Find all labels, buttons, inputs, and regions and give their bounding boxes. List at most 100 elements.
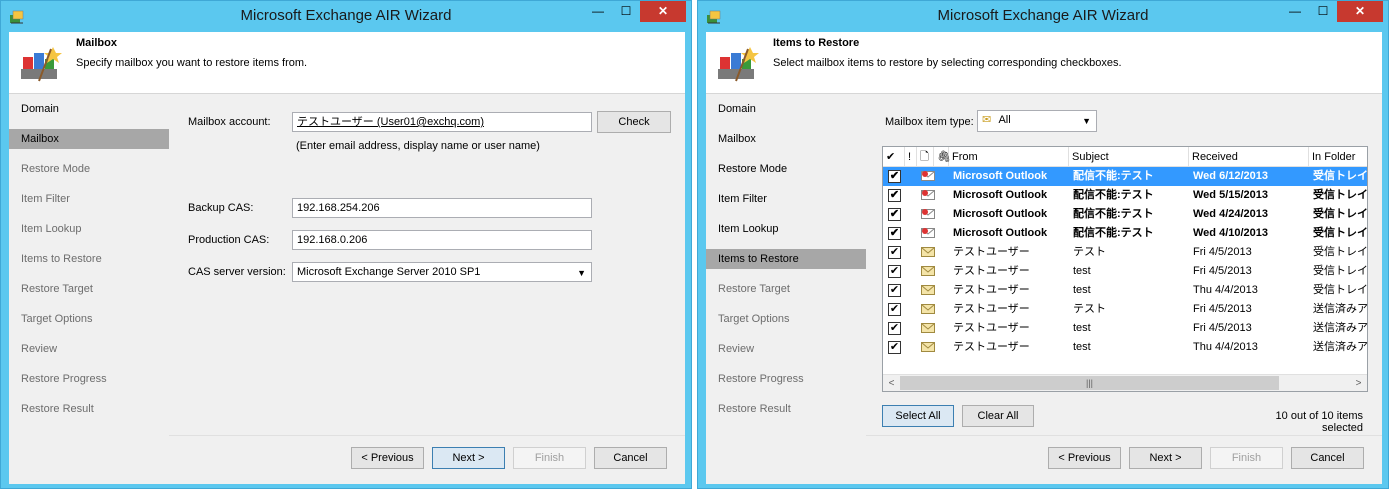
received-cell: Wed 6/12/2013 xyxy=(1193,170,1269,182)
table-row[interactable]: ✔ テストユーザー test Thu 4/4/2013 受信トレイ xyxy=(883,281,1368,300)
nav-item-items-to-restore[interactable]: Items to Restore xyxy=(9,249,169,269)
table-row[interactable]: ✔ テストユーザー test Fri 4/5/2013 受信トレイ xyxy=(883,262,1368,281)
undeliverable-mail-icon xyxy=(921,209,935,219)
folder-column-header[interactable]: In Folder xyxy=(1309,147,1369,167)
footer-divider xyxy=(169,435,685,436)
finish-button[interactable]: Finish xyxy=(513,447,586,469)
attachment-icon[interactable]: 🖇 xyxy=(934,147,951,167)
document-icon[interactable]: 🗋 xyxy=(917,147,934,167)
row-checkbox[interactable]: ✔ xyxy=(888,322,901,335)
table-row[interactable]: ✔ テストユーザー テスト Fri 4/5/2013 受信トレイ xyxy=(883,243,1368,262)
row-checkbox[interactable]: ✔ xyxy=(888,170,901,183)
table-row[interactable]: ✔ Microsoft Outlook 配信不能:テスト Wed 4/10/2013 受… xyxy=(883,224,1368,243)
check-column-header[interactable]: ✔ xyxy=(883,147,905,167)
table-row[interactable]: ✔ Microsoft Outlook 配信不能:テスト Wed 6/12/2013 受… xyxy=(883,167,1368,186)
subject-column-header[interactable]: Subject xyxy=(1069,147,1189,167)
nav-item-restore-result[interactable]: Restore Result xyxy=(9,399,169,419)
nav-item-restore-progress[interactable]: Restore Progress xyxy=(9,369,169,389)
row-checkbox[interactable]: ✔ xyxy=(888,284,901,297)
cancel-button[interactable]: Cancel xyxy=(1291,447,1364,469)
row-checkbox[interactable]: ✔ xyxy=(888,341,901,354)
row-checkbox[interactable]: ✔ xyxy=(888,265,901,278)
wizard-window-items: Microsoft Exchange AIR Wizard — ☐ ✕ Item… xyxy=(697,0,1389,489)
close-button[interactable]: ✕ xyxy=(1337,1,1383,22)
row-checkbox[interactable]: ✔ xyxy=(888,189,901,202)
from-cell: テストユーザー xyxy=(953,303,1030,315)
nav-item-target-options[interactable]: Target Options xyxy=(706,309,866,329)
mailbox-account-value: テストユーザー (User01@exchq.com) xyxy=(297,116,484,128)
from-column-header[interactable]: From xyxy=(949,147,1069,167)
horizontal-scrollbar[interactable]: < ||| > xyxy=(883,374,1367,391)
table-row[interactable]: ✔ Microsoft Outlook 配信不能:テスト Wed 5/15/2013 受… xyxy=(883,186,1368,205)
nav-item-domain[interactable]: Domain xyxy=(706,99,866,119)
table-row[interactable]: ✔ テストユーザー test Fri 4/5/2013 送信済みア xyxy=(883,319,1368,338)
table-row[interactable]: ✔ Microsoft Outlook 配信不能:テスト Wed 4/24/2013 受… xyxy=(883,205,1368,224)
nav-item-item-lookup[interactable]: Item Lookup xyxy=(706,219,866,239)
mailbox-hint: (Enter email address, display name or us… xyxy=(296,140,540,152)
nav-item-restore-result[interactable]: Restore Result xyxy=(706,399,866,419)
nav-item-restore-mode[interactable]: Restore Mode xyxy=(706,159,866,179)
received-cell: Fri 4/5/2013 xyxy=(1193,265,1252,277)
importance-column-header[interactable]: ! xyxy=(905,147,917,167)
wizard-header: Items to Restore Select mailbox items to… xyxy=(706,32,1382,94)
cas-version-select[interactable]: Microsoft Exchange Server 2010 SP1 ▼ xyxy=(292,262,592,282)
production-cas-input[interactable]: 192.168.0.206 xyxy=(292,230,592,250)
nav-item-restore-progress[interactable]: Restore Progress xyxy=(706,369,866,389)
nav-item-review[interactable]: Review xyxy=(706,339,866,359)
received-cell: Fri 4/5/2013 xyxy=(1193,246,1252,258)
clear-all-button[interactable]: Clear All xyxy=(962,405,1034,427)
next-button[interactable]: Next > xyxy=(432,447,505,469)
nav-item-item-filter[interactable]: Item Filter xyxy=(9,189,169,209)
received-column-header[interactable]: Received xyxy=(1189,147,1309,167)
backup-cas-input[interactable]: 192.168.254.206 xyxy=(292,198,592,218)
title-bar[interactable]: Microsoft Exchange AIR Wizard — ☐ ✕ xyxy=(1,1,691,32)
scroll-left-icon[interactable]: < xyxy=(883,375,900,392)
folder-cell: 送信済みア xyxy=(1313,303,1368,315)
row-checkbox[interactable]: ✔ xyxy=(888,208,901,221)
cas-version-label: CAS server version: xyxy=(188,266,286,278)
wizard-header: Mailbox Specify mailbox you want to rest… xyxy=(9,32,685,94)
select-all-button[interactable]: Select All xyxy=(882,405,954,427)
row-checkbox[interactable]: ✔ xyxy=(888,246,901,259)
nav-item-restore-mode[interactable]: Restore Mode xyxy=(9,159,169,179)
received-cell: Thu 4/4/2013 xyxy=(1193,284,1258,296)
close-button[interactable]: ✕ xyxy=(640,1,686,22)
subject-cell: test xyxy=(1073,265,1091,277)
mail-icon xyxy=(921,266,935,276)
nav-item-mailbox[interactable]: Mailbox xyxy=(706,129,866,149)
previous-button[interactable]: < Previous xyxy=(1048,447,1121,469)
minimize-button[interactable]: — xyxy=(1281,1,1309,22)
scroll-right-icon[interactable]: > xyxy=(1350,375,1367,392)
nav-item-item-filter[interactable]: Item Filter xyxy=(706,189,866,209)
from-cell: Microsoft Outlook xyxy=(953,208,1048,220)
row-checkbox[interactable]: ✔ xyxy=(888,227,901,240)
mail-icon xyxy=(921,285,935,295)
item-type-select[interactable]: ✉ All ▼ xyxy=(977,110,1097,132)
maximize-button[interactable]: ☐ xyxy=(612,1,640,22)
items-grid[interactable]: ✔ ! 🗋 🖇 From Subject Received In Folder … xyxy=(882,146,1368,392)
nav-item-items-to-restore[interactable]: Items to Restore xyxy=(706,249,866,269)
minimize-button[interactable]: — xyxy=(584,1,612,22)
nav-item-restore-target[interactable]: Restore Target xyxy=(9,279,169,299)
row-checkbox[interactable]: ✔ xyxy=(888,303,901,316)
nav-item-domain[interactable]: Domain xyxy=(9,99,169,119)
table-row[interactable]: ✔ テストユーザー test Thu 4/4/2013 送信済みア xyxy=(883,338,1368,357)
cancel-button[interactable]: Cancel xyxy=(594,447,667,469)
scrollbar-thumb[interactable]: ||| xyxy=(900,376,1279,390)
subject-cell: テスト xyxy=(1073,303,1106,315)
mailbox-account-input[interactable]: テストユーザー (User01@exchq.com) xyxy=(292,112,592,132)
next-button[interactable]: Next > xyxy=(1129,447,1202,469)
nav-item-review[interactable]: Review xyxy=(9,339,169,359)
maximize-button[interactable]: ☐ xyxy=(1309,1,1337,22)
finish-button[interactable]: Finish xyxy=(1210,447,1283,469)
title-bar[interactable]: Microsoft Exchange AIR Wizard — ☐ ✕ xyxy=(698,1,1388,32)
nav-item-restore-target[interactable]: Restore Target xyxy=(706,279,866,299)
table-row[interactable]: ✔ テストユーザー テスト Fri 4/5/2013 送信済みア xyxy=(883,300,1368,319)
nav-item-item-lookup[interactable]: Item Lookup xyxy=(9,219,169,239)
nav-item-mailbox[interactable]: Mailbox xyxy=(9,129,169,149)
nav-item-target-options[interactable]: Target Options xyxy=(9,309,169,329)
check-button[interactable]: Check xyxy=(597,111,671,133)
previous-button[interactable]: < Previous xyxy=(351,447,424,469)
undeliverable-mail-icon xyxy=(921,171,935,181)
subject-cell: 配信不能:テスト xyxy=(1073,170,1154,182)
